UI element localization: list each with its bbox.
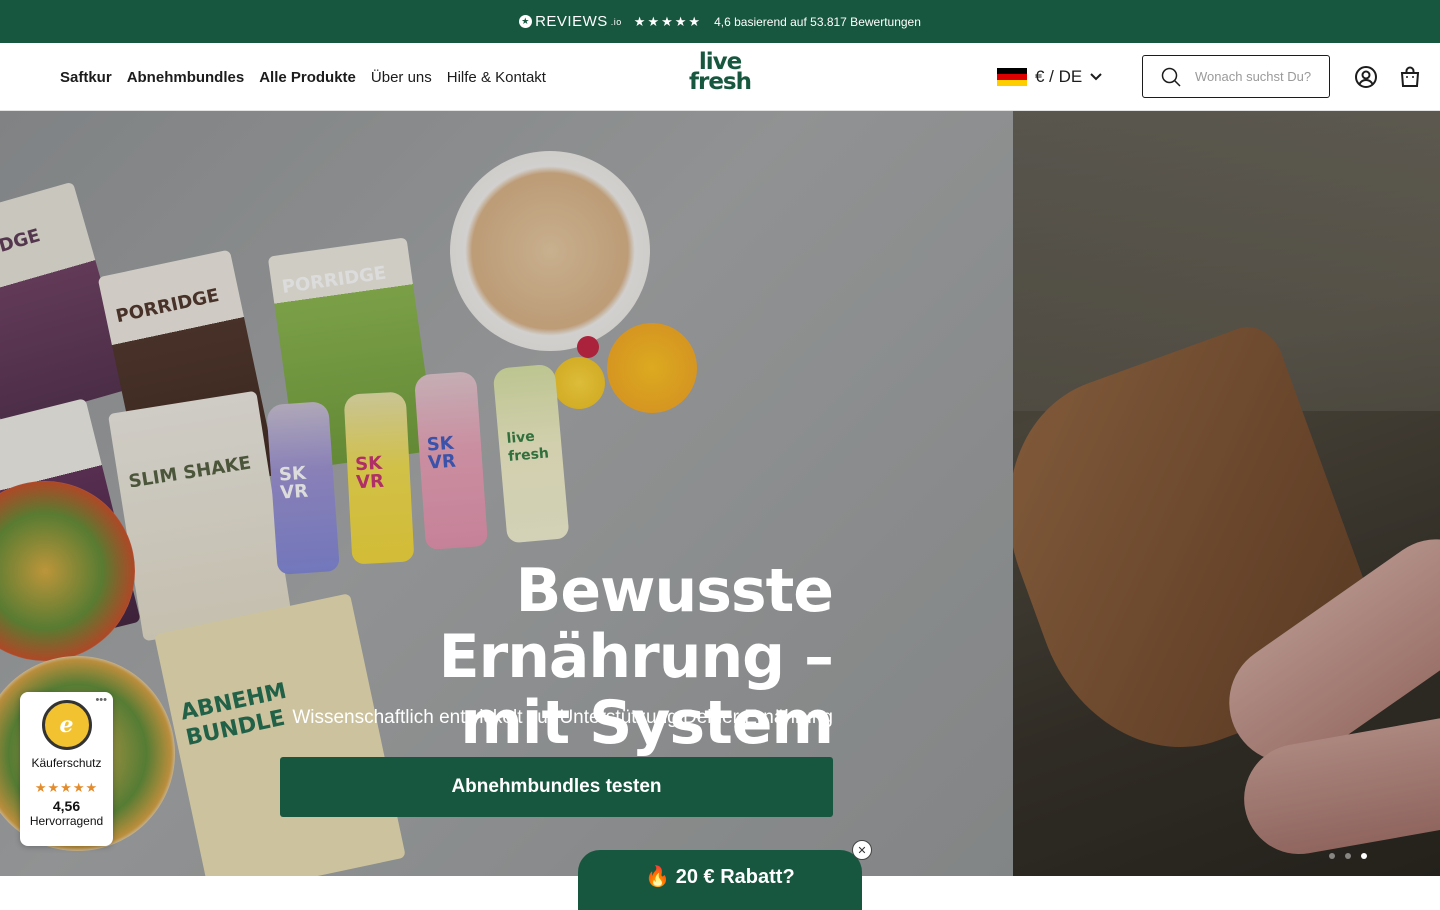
- main-nav: Saftkur Abnehmbundles Alle Produkte Über…: [60, 43, 546, 111]
- slider-pagination: [1329, 853, 1367, 859]
- rating-text: 4,6 basierend auf 53.817 Bewertungen: [714, 14, 921, 29]
- trusted-shops-seal-icon: e: [41, 700, 92, 750]
- trusted-shops-badge[interactable]: ••• e Käuferschutz ★★★★★ 4,56 Hervorrage…: [20, 692, 113, 846]
- badge-score: 4,56: [52, 798, 81, 814]
- slide-dot-active[interactable]: [1361, 853, 1367, 859]
- hero-slider[interactable]: RRIDGE PORRIDGE PORRIDGE SLIM SHAKE SK V…: [0, 111, 1440, 876]
- nav-ueber-uns[interactable]: Über uns: [371, 69, 432, 86]
- nav-abnehmbundles[interactable]: Abnehmbundles: [127, 69, 245, 86]
- discount-label: 🔥 20 € Rabatt?: [645, 866, 795, 888]
- brand-logo[interactable]: live fresh: [684, 51, 756, 102]
- nav-saftkur[interactable]: Saftkur: [60, 69, 112, 86]
- star-circle-icon: ★: [519, 15, 533, 28]
- locale-label: € / DE: [1035, 67, 1083, 86]
- reviews-brand: REVIEWS: [535, 13, 608, 30]
- search-box[interactable]: [1142, 55, 1330, 98]
- reviews-io-logo: ★ REVIEWS .io: [519, 13, 622, 30]
- rating-stars: ★★★★★: [633, 13, 703, 29]
- shadow: [1013, 111, 1440, 876]
- logo-line-2: fresh: [688, 69, 752, 95]
- germany-flag-icon: [997, 67, 1027, 87]
- chevron-down-icon: [1090, 73, 1102, 81]
- discount-popup-tab[interactable]: 🔥 20 € Rabatt?: [578, 850, 862, 910]
- search-icon[interactable]: [1161, 67, 1181, 87]
- reviews-brand-suffix: .io: [610, 16, 622, 27]
- cart-icon[interactable]: [1398, 65, 1422, 89]
- nav-alle-produkte[interactable]: Alle Produkte: [259, 69, 356, 86]
- announcement-bar[interactable]: ★ REVIEWS .io ★★★★★ 4,6 basierend auf 53.…: [0, 0, 1440, 43]
- nav-hilfe-kontakt[interactable]: Hilfe & Kontakt: [447, 69, 546, 86]
- slide-dot[interactable]: [1345, 853, 1351, 859]
- hero-title-line-1: Bewusste Ernährung –: [438, 556, 834, 692]
- badge-stars: ★★★★★: [34, 780, 99, 795]
- site-header: Saftkur Abnehmbundles Alle Produkte Über…: [0, 43, 1440, 111]
- account-icon[interactable]: [1354, 65, 1378, 89]
- hero-subtitle: Wissenschaftlich entwickelt zur Unterstü…: [292, 707, 833, 728]
- hero-image-fitness: [1013, 111, 1440, 876]
- badge-menu-icon[interactable]: •••: [95, 694, 107, 706]
- badge-title: Käuferschutz: [31, 756, 102, 770]
- close-icon[interactable]: ✕: [852, 840, 872, 860]
- slide-dot[interactable]: [1329, 853, 1335, 859]
- currency-locale-selector[interactable]: € / DE: [997, 64, 1102, 90]
- cta-abnehmbundles-button[interactable]: Abnehmbundles testen: [280, 757, 833, 817]
- badge-rating-label: Hervorragend: [29, 814, 104, 828]
- search-input[interactable]: [1195, 69, 1315, 84]
